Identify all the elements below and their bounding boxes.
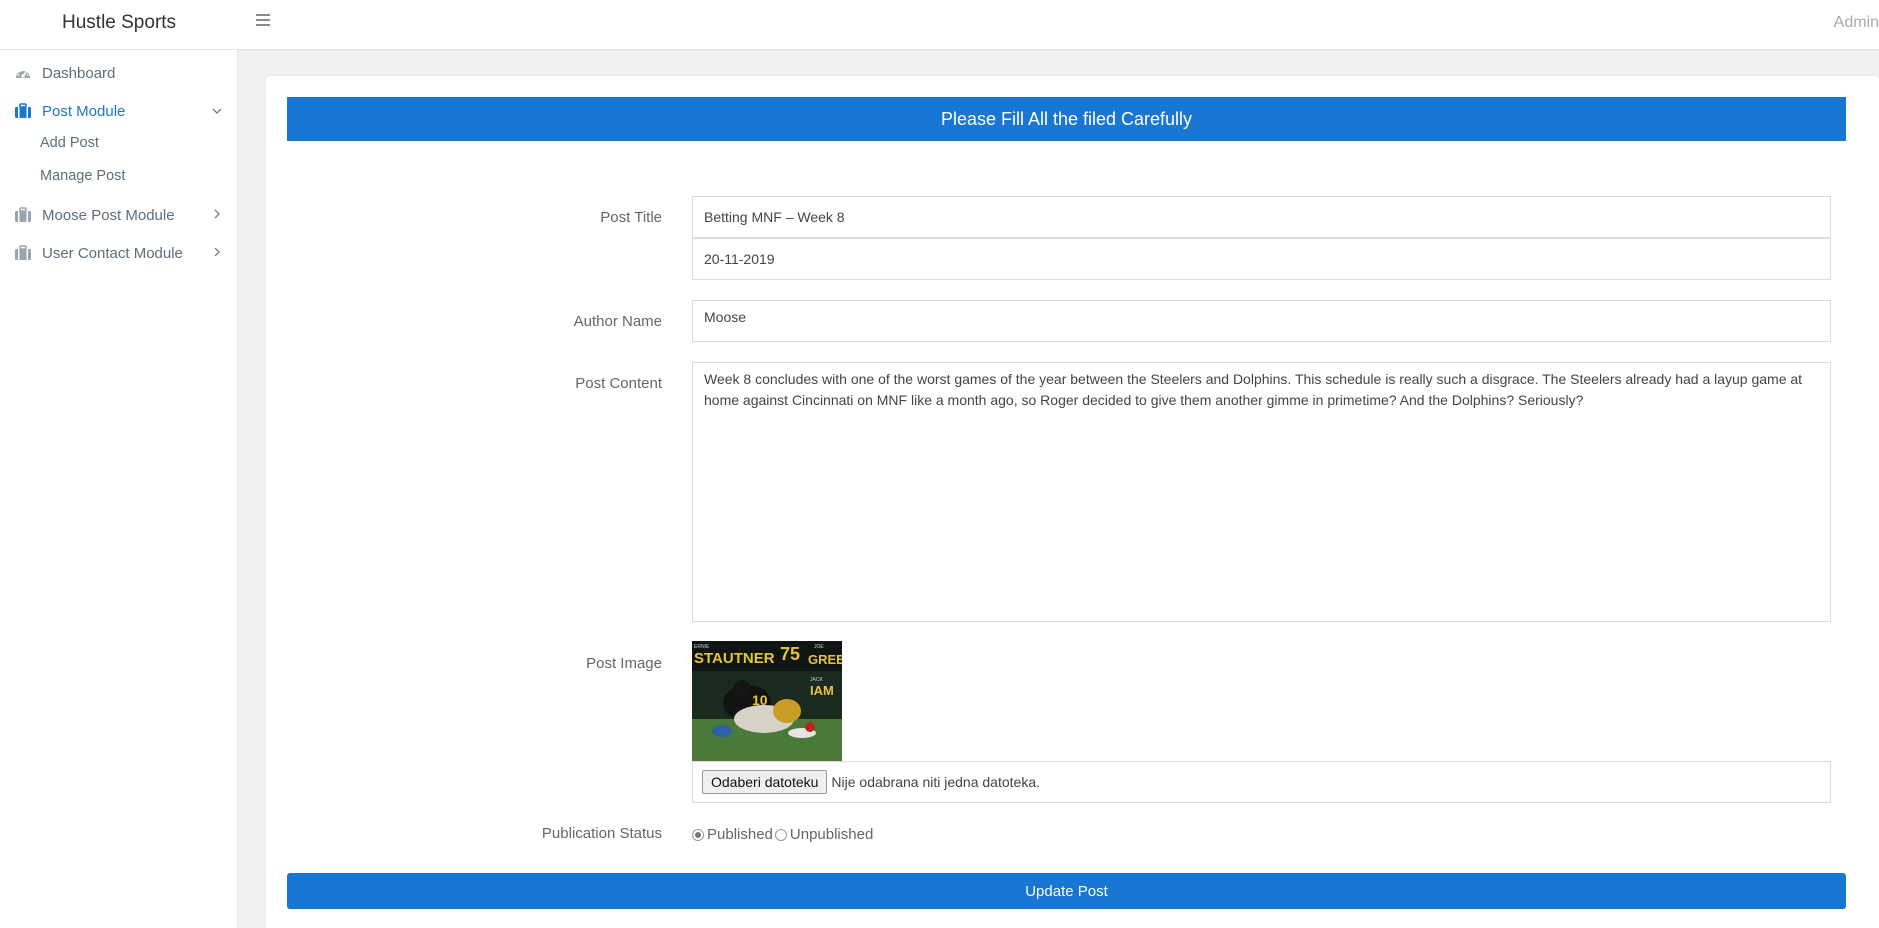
post-image-label: Post Image: [586, 655, 662, 672]
radio-unpublished[interactable]: [774, 828, 787, 841]
sidebar-item-post-module[interactable]: Post Module: [0, 96, 238, 126]
menu-toggle-icon[interactable]: [256, 14, 274, 32]
file-status-text: Nije odabrana niti jedna datoteka.: [831, 774, 1040, 790]
sidebar: Dashboard Post Module Add Post Manage Po…: [0, 50, 238, 928]
image-banner-small-right: JOE: [814, 644, 824, 650]
sidebar-subitem-add-post[interactable]: Add Post: [40, 135, 99, 151]
image-banner-text-left: STAUTNER: [694, 650, 775, 667]
publication-status-label: Publication Status: [541, 825, 662, 842]
sidebar-item-dashboard[interactable]: Dashboard: [0, 58, 238, 88]
post-title-label: Post Title: [600, 209, 662, 226]
sidebar-item-label: Dashboard: [42, 64, 116, 82]
author-name-input[interactable]: Moose: [692, 300, 1831, 342]
post-content-label: Post Content: [575, 375, 662, 392]
file-upload-field: Odaberi datoteku Nije odabrana niti jedn…: [692, 761, 1831, 803]
briefcase-icon: [15, 245, 31, 260]
post-date-input[interactable]: 20-11-2019: [692, 238, 1831, 280]
radio-published[interactable]: [692, 828, 704, 841]
post-content-textarea[interactable]: Week 8 concludes with one of the worst g…: [692, 362, 1831, 622]
chevron-down-icon: [212, 108, 222, 114]
update-post-button[interactable]: Update Post: [287, 873, 1846, 909]
sidebar-item-label: Post Module: [42, 102, 126, 120]
radio-label-unpublished: Unpublished: [789, 826, 874, 843]
image-banner-number: 75: [780, 644, 800, 664]
post-title-input[interactable]: Betting MNF – Week 8: [692, 196, 1831, 238]
user-menu[interactable]: Admin: [1834, 14, 1879, 32]
author-name-label: Author Name: [573, 313, 662, 330]
chevron-right-icon: [214, 247, 220, 257]
form-banner: Please Fill All the filed Carefully: [287, 97, 1846, 141]
post-image-thumbnail: ERNIE STAUTNER 75 JOE GREE JACK IAM 10: [692, 641, 842, 761]
sidebar-item-user-contact-module[interactable]: User Contact Module: [0, 238, 238, 268]
image-jersey-number: 10: [752, 692, 768, 708]
radio-label-published: Published: [707, 826, 773, 843]
brand-name[interactable]: Hustle Sports: [62, 12, 176, 34]
sidebar-item-label: Moose Post Module: [42, 206, 175, 224]
sidebar-item-label: User Contact Module: [42, 244, 183, 262]
image-lower-text: IAM: [810, 683, 834, 698]
image-banner-text-right: GREE: [808, 652, 842, 667]
briefcase-icon: [15, 207, 31, 222]
sidebar-subitem-manage-post[interactable]: Manage Post: [40, 168, 125, 184]
briefcase-icon: [15, 103, 31, 118]
publication-status-group: Published Unpublished: [692, 826, 875, 843]
choose-file-button[interactable]: Odaberi datoteku: [702, 770, 828, 794]
sidebar-item-moose-post-module[interactable]: Moose Post Module: [0, 200, 238, 230]
dashboard-gauge-icon: [16, 69, 30, 78]
chevron-right-icon: [214, 209, 220, 219]
top-navbar: Hustle Sports Admin: [0, 0, 1879, 50]
